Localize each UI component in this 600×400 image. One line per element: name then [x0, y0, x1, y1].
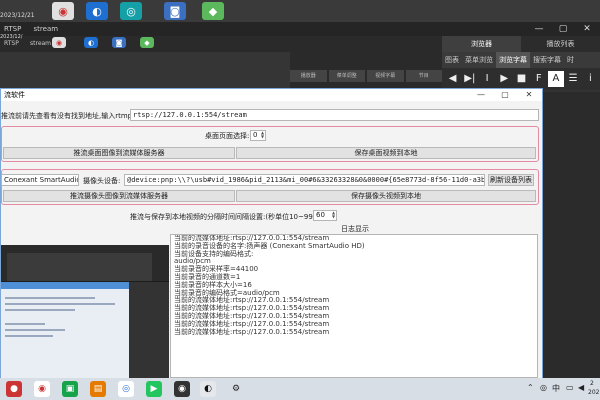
bg-tab-stream[interactable]: stream	[34, 22, 59, 36]
player-side-panel: 浏览器 播放列表 图表 菜单浏览 浏览字幕 搜索字幕 时 ◀ ▶| I ▶ ■ …	[442, 36, 600, 92]
camera-device-select[interactable]: @device:pnp:\\?\usb#vid_1986&pid_2113&mi…	[124, 174, 485, 186]
log-lines: 当前的流媒体地址:rtsp://127.0.0.1:554/stream 当前的录…	[171, 235, 537, 336]
search-taskbar-icon[interactable]: ◎	[118, 381, 134, 397]
shield-tile-icon[interactable]: ◆	[202, 2, 224, 20]
subtab-menu-browse[interactable]: 菜单浏览	[462, 52, 496, 68]
preview-window-region	[7, 253, 152, 281]
background-window-2-tabs: 播放器 菜单调整 视频字幕 节目	[290, 70, 442, 82]
input-language[interactable]: 中	[552, 383, 560, 394]
app-record-icon[interactable]: ●	[6, 381, 22, 397]
camera-tile-icon[interactable]: ◙	[164, 2, 186, 20]
push-desktop-button[interactable]: 推流桌面图像到流媒体服务器	[3, 147, 235, 159]
close-icon[interactable]: ✕	[578, 22, 596, 36]
step-icon[interactable]: ▶|	[462, 71, 477, 87]
subtab-time[interactable]: 时	[564, 52, 577, 68]
log-textarea[interactable]: 当前的流媒体地址:rtsp://127.0.0.1:554/stream 当前的录…	[170, 234, 538, 378]
audio-device-select[interactable]: Conexant SmartAudio HD	[1, 174, 79, 186]
top-clock: 2023/12/21	[0, 12, 35, 19]
preview-blue-bar	[1, 282, 129, 289]
save-desktop-button[interactable]: 保存桌面视频到本地	[236, 147, 536, 159]
taskbar-clock-line2[interactable]: 202	[588, 389, 599, 396]
app-close-icon[interactable]: ✕	[517, 89, 541, 101]
app-minimize-icon[interactable]: —	[469, 89, 493, 101]
player-taskbar-icon[interactable]: ◉	[174, 381, 190, 397]
camera-mini-icon[interactable]: ◙	[112, 37, 126, 48]
taskbar-clock-line1[interactable]: 2	[590, 380, 594, 387]
bg2-tab-menu[interactable]: 菜单调整	[328, 70, 365, 82]
app-mini-icon[interactable]: ◐	[84, 37, 98, 48]
bg2-tab-stream[interactable]: stream	[30, 40, 51, 47]
network-icon[interactable]: ▭	[566, 383, 574, 392]
bg2-tab-rtsp[interactable]: RTSP	[4, 40, 19, 47]
info-icon[interactable]: i	[583, 71, 598, 87]
background-window-2-content	[0, 52, 290, 88]
save-camera-button[interactable]: 保存摄像头视频到本地	[236, 190, 536, 202]
preview-dark-region	[129, 282, 169, 379]
preview-text-line	[5, 297, 95, 299]
log-line: 当前设备支持的编码格式:	[174, 249, 254, 258]
preview-text-line	[5, 329, 65, 331]
app-titlebar: 流软件 — ▢ ✕	[1, 89, 542, 101]
background-window-titlebar: RTSP stream	[0, 22, 600, 36]
stream-url-input[interactable]: rtsp://127.0.0.1:554/stream	[130, 109, 539, 121]
subtab-browse-subtitles[interactable]: 浏览字幕	[496, 52, 530, 68]
interval-value: 60	[316, 211, 325, 219]
bg2-tab-player[interactable]: 播放器	[290, 70, 327, 82]
interval-label: 推流与保存到本地视频的分隔时间间隔设置:(秒单位10~9999)	[130, 213, 325, 221]
video-taskbar-icon[interactable]: ▶	[146, 381, 162, 397]
shield-mini-icon[interactable]: ◆	[140, 37, 154, 48]
list-icon[interactable]: ☰	[566, 71, 581, 87]
desktop-capture-group: 桌面页面选择: 0 ▲ ▼ 推流桌面图像到流媒体服务器 保存桌面视频到本地	[1, 126, 539, 162]
interval-spinner[interactable]: 60 ▲ ▼	[313, 210, 337, 221]
app-title: 流软件	[4, 91, 25, 99]
camera-device-label: 摄像头设备:	[83, 177, 121, 185]
bg2-tab-subtitles[interactable]: 视频字幕	[367, 70, 404, 82]
speaker-icon[interactable]: ◀	[578, 383, 584, 392]
chrome-mini-icon[interactable]: ◉	[52, 37, 66, 48]
preview-text-line	[5, 335, 53, 337]
subtab-chart[interactable]: 图表	[442, 52, 462, 68]
app-tile-icon[interactable]: ◐	[86, 2, 108, 20]
stream-taskbar-icon[interactable]: ◐	[200, 381, 216, 397]
tray-chevron-icon[interactable]: ⌃	[527, 383, 534, 392]
push-camera-button[interactable]: 推流摄像头图像到流媒体服务器	[3, 190, 235, 202]
app-maximize-icon[interactable]: ▢	[493, 89, 517, 101]
text-a-icon[interactable]: A	[548, 71, 564, 87]
taskbar: ● ◉ ▣ ▤ ◎ ▶ ◉ ◐ ⚙ ⌃ ◎ 中 ▭ ◀ 2 202	[0, 378, 600, 400]
preview-text-line	[5, 303, 115, 305]
desktop-select-label: 桌面页面选择:	[205, 132, 250, 140]
refresh-devices-button[interactable]: 刷新设备列表	[488, 174, 534, 186]
streaming-app-window: 流软件 — ▢ ✕ 推流前请先查看有没有找到地址,输入rtmp即可推(推) rt…	[0, 88, 543, 380]
top-app-strip: ◉ ◐ ◎ ◙ ◆ 2023/12/21	[0, 0, 600, 22]
folder-taskbar-icon[interactable]: ▤	[90, 381, 106, 397]
camera-capture-group: Conexant SmartAudio HD 摄像头设备: @device:pn…	[1, 169, 539, 205]
tab-playlist[interactable]: 播放列表	[521, 36, 600, 52]
chat-taskbar-icon[interactable]: ▣	[62, 381, 78, 397]
minimize-icon[interactable]: —	[530, 22, 548, 36]
preview-text-line	[5, 309, 75, 311]
stop-icon[interactable]: ■	[514, 71, 529, 87]
play-icon[interactable]: ▶	[497, 71, 512, 87]
spinner-arrows-icon[interactable]: ▲ ▼	[260, 131, 265, 140]
rewind-icon[interactable]: ◀	[445, 71, 460, 87]
log-title: 日志显示	[341, 225, 369, 233]
chrome-tile-icon[interactable]: ◉	[52, 2, 74, 20]
settings-gear-icon[interactable]: ⚙	[228, 381, 244, 397]
desktop-index-spinner[interactable]: 0 ▲ ▼	[250, 130, 266, 141]
log-line: 当前的流媒体地址:rtsp://127.0.0.1:554/stream	[174, 327, 330, 336]
desktop-index-value: 0	[253, 131, 258, 139]
chrome-taskbar-icon[interactable]: ◉	[34, 381, 50, 397]
edge-tile-icon[interactable]: ◎	[120, 2, 142, 20]
subtab-search-subtitles[interactable]: 搜索字幕	[530, 52, 564, 68]
tab-browser[interactable]: 浏览器	[442, 36, 521, 52]
capture-preview-image	[1, 245, 169, 379]
interval-arrows-icon[interactable]: ▲ ▼	[331, 211, 336, 220]
maximize-icon[interactable]: ▢	[554, 22, 572, 36]
tray-app-icon[interactable]: ◎	[540, 383, 547, 392]
bg2-tab-program[interactable]: 节目	[405, 70, 442, 82]
preview-text-line	[5, 323, 45, 325]
font-icon[interactable]: F	[531, 71, 546, 87]
cursor-icon[interactable]: I	[479, 71, 494, 87]
bg2-clock: 2023/12/	[0, 34, 23, 40]
